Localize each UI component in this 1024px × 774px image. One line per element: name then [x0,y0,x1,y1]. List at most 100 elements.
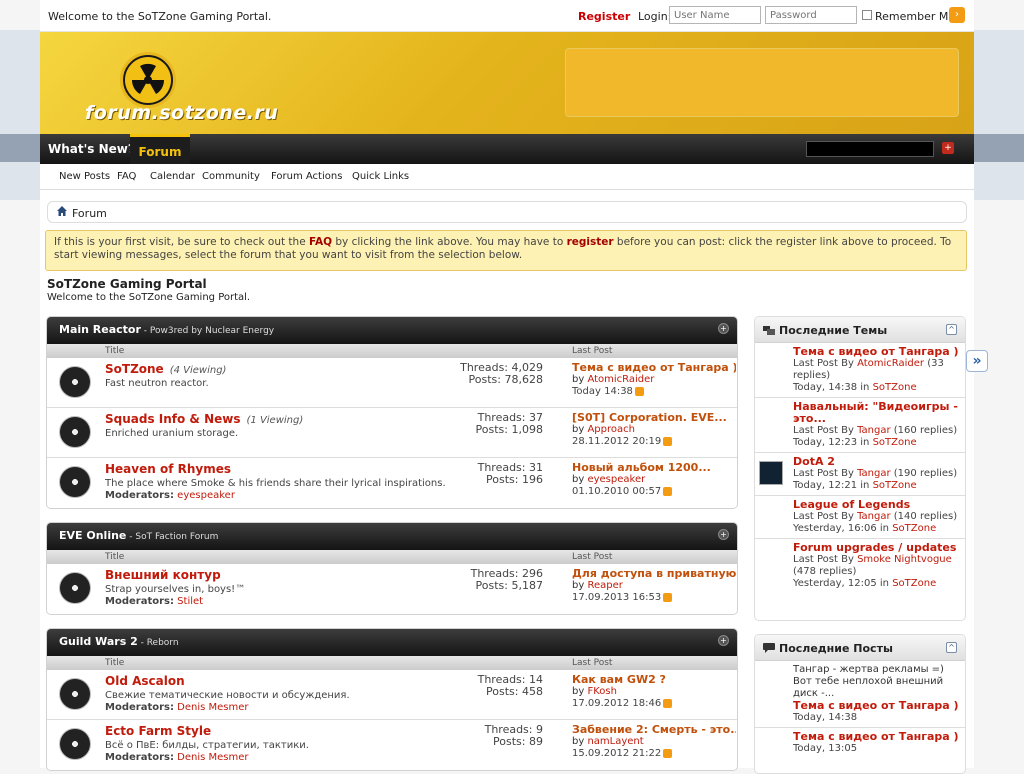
collapse-icon[interactable]: + [718,323,729,334]
tab-forum[interactable]: Forum [130,134,190,164]
breadcrumb-forum[interactable]: Forum [72,207,107,220]
go-to-post-icon[interactable] [663,698,673,708]
latest-thread-item: Тема с видео от Тангара ) Last Post By A… [755,343,965,398]
latest-thread-link[interactable]: Forum upgrades / updates [793,542,961,554]
page-subtitle: Welcome to the SoTZone Gaming Portal. [47,292,251,303]
register-link[interactable]: Register [578,10,630,23]
last-post-user-link[interactable]: namLayent [587,736,643,747]
subnav-calendar[interactable]: Calendar [150,171,195,182]
forum-row: SoTZone (4 Viewing) Fast neutron reactor.… [47,358,737,408]
home-icon[interactable] [57,206,67,216]
category-title[interactable]: Main Reactor [59,323,141,336]
latest-thread-meta: Last Post By AtomicRaider (33 replies) [793,358,944,381]
latest-post-thread-link[interactable]: Тема с видео от Тангара ) [793,700,961,712]
user-avatar[interactable] [759,461,783,485]
collapse-icon[interactable]: ^ [946,324,957,335]
last-post-title-link[interactable]: Забвение 2: Смерть - это... [572,724,736,736]
forum-description: The place where Smoke & his friends shar… [105,478,446,489]
category-title[interactable]: Guild Wars 2 [59,635,138,648]
latest-thread-link[interactable]: Тема с видео от Тангара ) [793,346,961,358]
last-post-user-link[interactable]: Reaper [587,580,622,591]
latest-post-item: Тема с видео от Тангара ) Today, 13:05 [755,728,965,758]
forum-link[interactable]: SoTZone [892,578,936,589]
forum-title-link[interactable]: SoTZone (4 Viewing) [105,362,226,376]
subnav-faq[interactable]: FAQ [117,171,136,182]
latest-post-thread-link[interactable]: Тема с видео от Тангара ) [793,731,961,743]
user-link[interactable]: Tangar [857,468,891,479]
collapse-icon[interactable]: + [718,635,729,646]
sidebar-block-header: Последние Темы ^ [755,317,965,343]
forum-link[interactable]: SoTZone [873,480,917,491]
last-post-title-link[interactable]: [S0T] Corporation. EVE... [572,412,736,424]
last-post-info: [S0T] Corporation. EVE... by Approach 28… [572,412,736,448]
forum-link[interactable]: SoTZone [873,437,917,448]
subnav-quick-links[interactable]: Quick Links [352,171,409,182]
username-input[interactable] [669,6,761,24]
last-post-user-link[interactable]: eyespeaker [587,474,645,485]
forum-title-link[interactable]: Old Ascalon [105,674,185,688]
moderator-link[interactable]: Denis Mesmer [177,752,248,763]
main-content: Forum If this is your first visit, be su… [40,190,974,774]
subnav-community[interactable]: Community [202,171,260,182]
last-post-author: by Reaper [572,580,623,591]
latest-thread-item: Навальный: "Видеоигры - это... Last Post… [755,398,965,453]
last-post-title-link[interactable]: Как вам GW2 ? [572,674,736,686]
last-post-author: by FKosh [572,686,617,697]
moderator-link[interactable]: eyespeaker [177,490,235,501]
forum-title-link[interactable]: Внешний контур [105,568,221,582]
forum-title-link[interactable]: Heaven of Rhymes [105,462,231,476]
category-header[interactable]: Main Reactor - Pow3red by Nuclear Energy… [47,317,737,344]
go-to-post-icon[interactable] [663,436,673,446]
user-link[interactable]: AtomicRaider [857,358,924,369]
post-count: Posts: 196 [486,473,543,486]
category-guild-wars-2: Guild Wars 2 - Reborn + Title Last Post … [46,628,738,771]
forum-row: Внешний контур Strap yourselves in, boys… [47,564,737,614]
search-button[interactable]: + [942,142,954,154]
notice-faq-link[interactable]: FAQ [309,236,332,248]
forum-moderators: Moderators: Stilet [105,596,204,607]
forum-stats: Threads: 296 Posts: 5,187 [471,568,543,592]
latest-thread-link[interactable]: Навальный: "Видеоигры - это... [793,401,961,425]
user-link[interactable]: Tangar [857,425,891,436]
sidebar-latest-threads: Последние Темы ^ Тема с видео от Тангара… [754,316,966,621]
latest-thread-link[interactable]: DotA 2 [793,456,961,468]
last-post-user-link[interactable]: AtomicRaider [587,374,654,385]
forum-title-link[interactable]: Squads Info & News (1 Viewing) [105,412,303,426]
search-input[interactable] [806,141,934,157]
go-to-post-icon[interactable] [663,592,673,602]
last-post-user-link[interactable]: FKosh [587,686,616,697]
tab-whats-new[interactable]: What's New? [48,142,135,156]
go-to-post-icon[interactable] [634,386,644,396]
user-link[interactable]: Smoke Nightvogue [857,554,952,565]
moderator-link[interactable]: Denis Mesmer [177,702,248,713]
go-to-post-icon[interactable] [663,748,673,758]
remember-me-checkbox[interactable] [862,10,872,20]
notice-register-link[interactable]: register [567,236,614,248]
login-button[interactable]: › [949,7,965,23]
category-header[interactable]: Guild Wars 2 - Reborn + [47,629,737,656]
forum-link[interactable]: SoTZone [873,382,917,393]
radiation-logo-icon[interactable] [120,52,176,108]
category-header[interactable]: EVE Online - SoT Faction Forum + [47,523,737,550]
latest-thread-link[interactable]: League of Legends [793,499,961,511]
forum-link[interactable]: SoTZone [892,523,936,534]
last-post-title-link[interactable]: Новый альбом 1200... [572,462,736,474]
subnav-forum-actions[interactable]: Forum Actions [271,171,342,182]
logo-text[interactable]: forum.sotzone.ru [85,102,278,124]
latest-post-time: Today, 14:38 [793,712,858,723]
sidebar-toggle-arrow-icon[interactable]: » [966,350,988,372]
last-post-title-link[interactable]: Для доступа в приватную... [572,568,736,580]
category-title[interactable]: EVE Online [59,529,126,542]
password-input[interactable] [765,6,857,24]
subnav-new-posts[interactable]: New Posts [59,171,110,182]
column-last-post: Last Post [572,552,613,562]
moderator-link[interactable]: Stilet [177,596,203,607]
last-post-title-link[interactable]: Тема с видео от Тангара ) [572,362,736,374]
user-link[interactable]: Tangar [857,511,891,522]
last-post-author: by namLayent [572,736,644,747]
last-post-user-link[interactable]: Approach [587,424,635,435]
collapse-icon[interactable]: ^ [946,642,957,653]
forum-title-link[interactable]: Ecto Farm Style [105,724,211,738]
collapse-icon[interactable]: + [718,529,729,540]
go-to-post-icon[interactable] [663,486,673,496]
